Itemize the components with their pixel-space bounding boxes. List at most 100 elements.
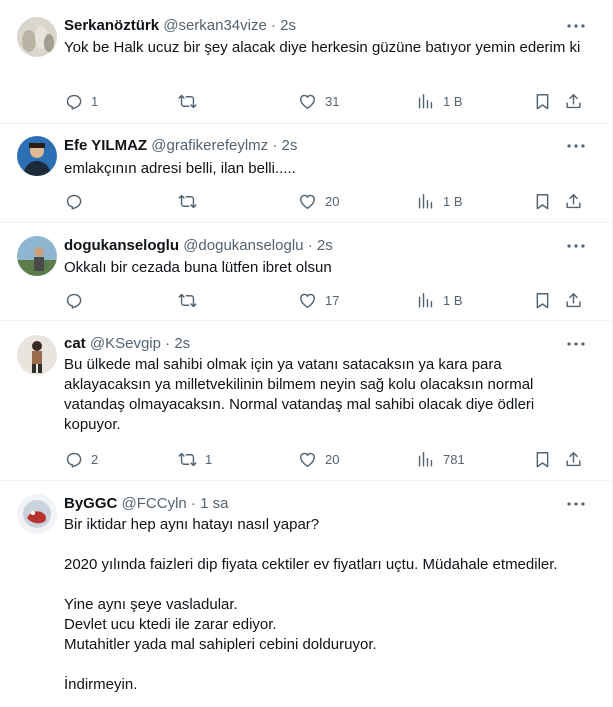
bookmark-button[interactable] <box>533 90 552 112</box>
tweet-header: dogukanseloglu @dogukanseloglu · 2s <box>64 236 562 256</box>
user-handle[interactable]: @serkan34vize <box>163 17 267 34</box>
reply-button[interactable] <box>64 190 91 212</box>
user-handle[interactable]: @grafikerefeylmz <box>151 137 268 154</box>
tweet[interactable]: Efe YILMAZ @grafikerefeylmz · 2s emlakçı… <box>0 124 612 223</box>
more-dots-icon[interactable] <box>562 494 590 514</box>
timestamp[interactable]: 2s <box>282 137 298 154</box>
timestamp[interactable]: 2s <box>174 335 190 352</box>
views-chart-icon <box>416 291 435 310</box>
text-line: Mutahitler yada mal sahipleri cebini dol… <box>64 636 377 653</box>
display-name[interactable]: Serkanöztürk <box>64 17 159 34</box>
tweet-text: emlakçının adresi belli, ilan belli..... <box>64 159 592 179</box>
more-dots-icon[interactable] <box>562 334 590 354</box>
avatar[interactable] <box>17 236 57 276</box>
text-line: Bir iktidar hep aynı hatayı nasıl yapar? <box>64 516 320 533</box>
text-line: emlakçının adresi belli, ilan belli..... <box>64 160 296 177</box>
bookmark-button[interactable] <box>533 448 552 470</box>
like-button[interactable]: 17 <box>298 289 339 311</box>
text-line: Yine aynı şeye vasladular. <box>64 596 238 613</box>
views-button[interactable]: 1 B <box>416 190 463 212</box>
tweet[interactable]: dogukanseloglu @dogukanseloglu · 2s Okka… <box>0 223 612 321</box>
view-count: 1 B <box>443 193 463 209</box>
like-count: 20 <box>325 451 340 467</box>
tweet-text: Bir iktidar hep aynı hatayı nasıl yapar?… <box>64 515 592 695</box>
like-count: 31 <box>325 93 340 109</box>
display-name[interactable]: cat <box>64 335 86 352</box>
views-button[interactable]: 781 <box>416 448 465 470</box>
heart-icon <box>298 291 317 310</box>
retweet-button[interactable] <box>178 190 205 212</box>
retweet-button[interactable] <box>178 90 205 112</box>
retweet-count: 1 <box>205 451 213 467</box>
reply-icon <box>64 291 83 310</box>
avatar[interactable] <box>17 335 57 375</box>
like-count: 20 <box>325 193 340 209</box>
tweet-text: Okkalı bir cezada buna lütfen ibret olsu… <box>64 258 592 278</box>
more-dots-icon[interactable] <box>562 136 590 156</box>
retweet-icon <box>178 291 197 310</box>
share-button[interactable] <box>564 90 583 112</box>
share-icon <box>564 192 583 211</box>
avatar[interactable] <box>17 136 57 176</box>
display-name[interactable]: Efe YILMAZ <box>64 137 147 154</box>
avatar[interactable] <box>17 17 57 57</box>
reply-icon <box>64 92 83 111</box>
retweet-icon <box>178 92 197 111</box>
display-name[interactable]: dogukanseloglu <box>64 237 179 254</box>
display-name[interactable]: ByGGC <box>64 495 117 512</box>
reply-count: 2 <box>91 451 99 467</box>
share-button[interactable] <box>564 448 583 470</box>
tweet-header: Serkanöztürk @serkan34vize · 2s <box>64 16 562 36</box>
user-handle[interactable]: @dogukanseloglu <box>183 237 303 254</box>
more-dots-icon[interactable] <box>562 16 590 36</box>
tweet-actions: 17 1 B <box>64 289 592 311</box>
share-button[interactable] <box>564 190 583 212</box>
like-button[interactable]: 20 <box>298 190 339 212</box>
reply-button[interactable]: 1 <box>64 90 98 112</box>
user-handle[interactable]: @KSevgip <box>90 335 161 352</box>
reply-icon <box>64 450 83 469</box>
tweet-text: Bu ülkede mal sahibi olmak için ya vatan… <box>64 355 572 435</box>
views-button[interactable]: 1 B <box>416 289 463 311</box>
view-count: 1 B <box>443 292 463 308</box>
tweet-header: cat @KSevgip · 2s <box>64 334 562 354</box>
heart-icon <box>298 92 317 111</box>
more-dots-icon[interactable] <box>562 236 590 256</box>
text-line: Bu ülkede mal sahibi olmak için ya vatan… <box>64 356 535 433</box>
views-button[interactable]: 1 B <box>416 90 463 112</box>
retweet-icon <box>178 192 197 211</box>
retweet-icon <box>178 450 197 469</box>
views-chart-icon <box>416 192 435 211</box>
bookmark-icon <box>533 92 552 111</box>
bookmark-button[interactable] <box>533 289 552 311</box>
views-chart-icon <box>416 450 435 469</box>
timestamp[interactable]: 2s <box>317 237 333 254</box>
separator: · <box>165 335 171 352</box>
tweet-header: Efe YILMAZ @grafikerefeylmz · 2s <box>64 136 562 156</box>
avatar[interactable] <box>17 494 57 534</box>
tweet-text: Yok be Halk ucuz bir şey alacak diye her… <box>64 38 592 58</box>
retweet-button[interactable]: 1 <box>178 448 212 470</box>
like-button[interactable]: 20 <box>298 448 339 470</box>
user-handle[interactable]: @FCCyln <box>122 495 187 512</box>
reply-button[interactable] <box>64 289 91 311</box>
share-button[interactable] <box>564 289 583 311</box>
timestamp[interactable]: 2s <box>280 17 296 34</box>
tweet[interactable]: Serkanöztürk @serkan34vize · 2s Yok be H… <box>0 0 612 124</box>
like-button[interactable]: 31 <box>298 90 339 112</box>
view-count: 781 <box>443 451 465 467</box>
views-chart-icon <box>416 92 435 111</box>
timestamp[interactable]: 1 sa <box>200 495 228 512</box>
tweet[interactable]: ByGGC @FCCyln · 1 sa Bir iktidar hep ayn… <box>0 481 612 707</box>
tweet-actions: 20 1 B <box>64 190 592 212</box>
reply-button[interactable]: 2 <box>64 448 98 470</box>
share-icon <box>564 291 583 310</box>
reply-icon <box>64 192 83 211</box>
bookmark-icon <box>533 291 552 310</box>
bookmark-button[interactable] <box>533 190 552 212</box>
tweet[interactable]: cat @KSevgip · 2s Bu ülkede mal sahibi o… <box>0 321 612 481</box>
retweet-button[interactable] <box>178 289 205 311</box>
heart-icon <box>298 450 317 469</box>
share-icon <box>564 450 583 469</box>
heart-icon <box>298 192 317 211</box>
